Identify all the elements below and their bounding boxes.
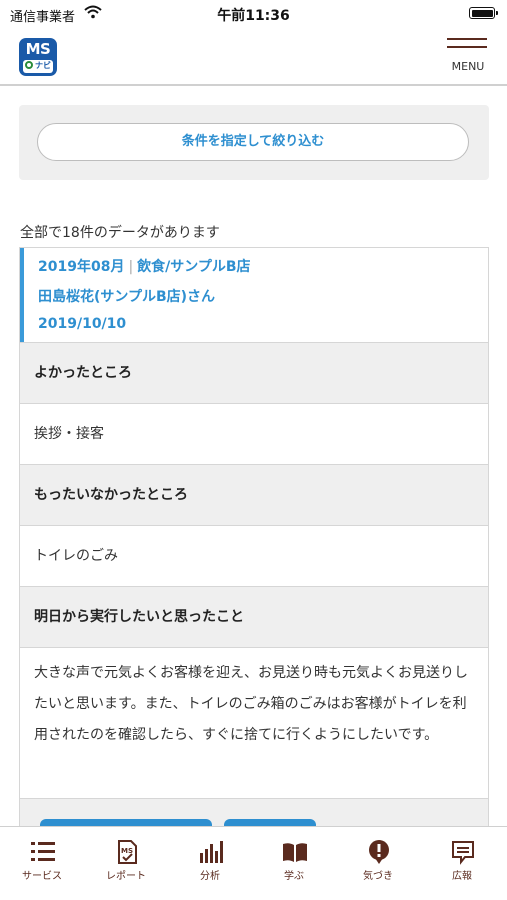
section-body-tomorrow: 大きな声で元気よくお客様を迎え、お見送り時も元気よくお見送りしたいと思います。ま… <box>20 647 488 798</box>
tab-awareness[interactable]: 気づき <box>336 827 420 887</box>
separator: | <box>128 259 134 275</box>
message-icon <box>452 841 474 865</box>
record-period-shop: 2019年08月 | 飲食/サンプルB店 <box>38 256 251 276</box>
tab-label: 広報 <box>452 871 472 882</box>
tab-label: 学ぶ <box>284 871 304 882</box>
filter-button[interactable]: 条件を指定して絞り込む <box>37 123 469 161</box>
section-body-missed: トイレのごみ <box>20 525 488 586</box>
tab-service[interactable]: サービス <box>0 827 84 887</box>
record-date: 2019/10/10 <box>38 316 127 332</box>
tab-label: サービス <box>22 871 62 882</box>
book-icon <box>283 843 307 862</box>
logo-sub-text: ナビ <box>35 61 51 70</box>
record-card: 2019年08月 | 飲食/サンプルB店 田島桜花(サンプルB店)さん 2019/1… <box>19 247 489 847</box>
menu-label: MENU <box>451 60 485 73</box>
section-heading-tomorrow: 明日から実行したいと思ったこと <box>20 586 488 647</box>
record-shop: 飲食/サンプルB店 <box>137 259 251 275</box>
hamburger-icon <box>447 38 489 54</box>
logo-text: MS <box>25 40 51 58</box>
tab-pr[interactable]: 広報 <box>420 827 504 887</box>
logo-sub: ナビ <box>23 60 53 73</box>
menu-button[interactable]: MENU <box>447 38 489 78</box>
record-person: 田島桜花(サンプルB店)さん <box>38 289 216 305</box>
filter-panel: 条件を指定して絞り込む <box>19 105 489 180</box>
bar-chart-icon <box>200 841 223 863</box>
record-summary[interactable]: 2019年08月 | 飲食/サンプルB店 田島桜花(サンプルB店)さん 2019/1… <box>20 248 488 342</box>
tab-label: 分析 <box>200 871 220 882</box>
list-icon <box>31 842 55 861</box>
section-heading-good: よかったところ <box>20 342 488 403</box>
result-count: 全部で18件のデータがあります <box>20 225 220 241</box>
status-bar: 通信事業者 午前11:36 <box>0 0 507 28</box>
app-header: MS ナビ MENU <box>0 28 507 86</box>
tab-analysis[interactable]: 分析 <box>168 827 252 887</box>
tab-label: レポート <box>106 871 146 882</box>
magnifier-icon <box>25 61 33 69</box>
tab-label: 気づき <box>363 871 393 882</box>
tab-bar: サービス MS レポート 分析 学ぶ 気づき 広報 <box>0 826 507 900</box>
tab-learn[interactable]: 学ぶ <box>252 827 336 887</box>
status-time: 午前11:36 <box>217 8 290 24</box>
section-heading-missed: もったいなかったところ <box>20 464 488 525</box>
app-logo[interactable]: MS ナビ <box>19 38 57 76</box>
exclamation-bubble-icon <box>369 840 389 864</box>
section-body-good: 挨拶・接客 <box>20 403 488 464</box>
report-icon: MS <box>118 840 137 864</box>
tab-report[interactable]: MS レポート <box>84 827 168 887</box>
battery-icon <box>469 7 498 19</box>
record-period: 2019年08月 <box>38 259 125 275</box>
